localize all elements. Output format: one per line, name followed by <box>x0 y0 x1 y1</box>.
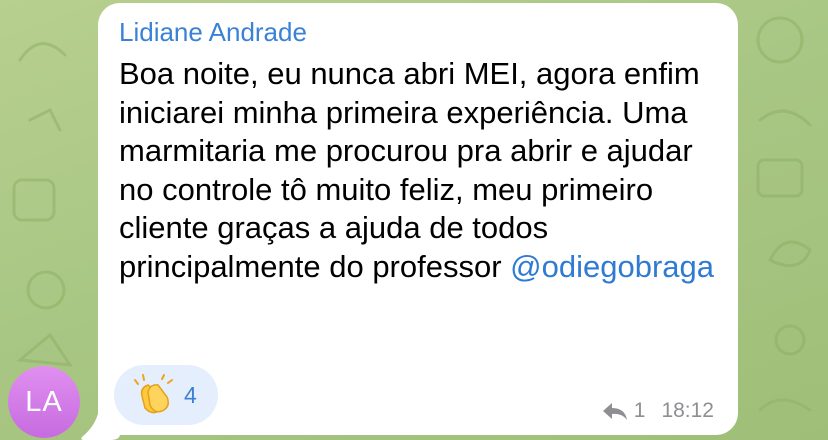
avatar-initials: LA <box>25 385 63 418</box>
message-time: 18:12 <box>661 399 714 422</box>
message-meta: 1 18:12 <box>602 399 714 423</box>
message-bubble[interactable]: Lidiane Andrade Boa noite, eu nunca abri… <box>98 3 738 435</box>
reply-count[interactable]: 1 <box>634 399 646 423</box>
sender-name[interactable]: Lidiane Andrade <box>119 17 307 48</box>
sender-avatar[interactable]: LA <box>8 366 80 438</box>
clapping-hands-icon <box>134 374 173 414</box>
message-text: Boa noite, eu nunca abri MEI, agora enfi… <box>119 55 729 286</box>
reaction-count: 4 <box>184 381 197 408</box>
mention-link[interactable]: @odiegobraga <box>510 249 714 284</box>
reply-arrow-icon[interactable] <box>602 401 628 421</box>
reaction-chip[interactable]: 4 <box>114 365 218 425</box>
